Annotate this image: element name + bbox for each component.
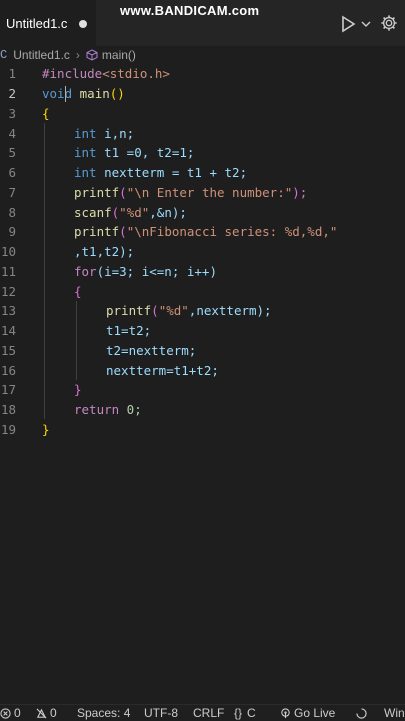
code-text: for(i=3; i<=n; i++) <box>74 263 217 279</box>
line-number: 19 <box>0 421 16 437</box>
problems-errors[interactable]: 0 <box>0 705 21 721</box>
code-text: ,t1,t2); <box>74 244 135 260</box>
line-number: 9 <box>8 224 16 240</box>
status-bar: 0 0 Spaces: 4 UTF-8 CRLF {} C Go Live Wi… <box>0 704 405 721</box>
line-number: 5 <box>8 145 16 161</box>
code-text: #include<stdio.h> <box>42 66 170 82</box>
symbol-method-icon <box>86 49 98 61</box>
code-text: printf("\nFibonacci series: %d,%d," <box>74 224 338 240</box>
win-indicator[interactable]: Win <box>384 705 405 721</box>
language-label: C <box>247 706 256 720</box>
line-number: 4 <box>8 125 16 141</box>
line-number: 8 <box>8 204 16 220</box>
error-icon <box>0 707 11 719</box>
tab-label: Untitled1.c <box>6 16 68 31</box>
code-line: 7 printf("\n Enter the number:"); <box>0 183 405 203</box>
problems-warnings[interactable]: 0 <box>36 705 57 721</box>
line-number: 1 <box>8 66 16 82</box>
chevron-down-icon[interactable] <box>360 18 372 30</box>
code-text: { <box>74 283 82 299</box>
chevron-right-icon: › <box>75 48 80 62</box>
error-count: 0 <box>14 706 21 720</box>
code-editor[interactable]: 1 #include<stdio.h> 2 void main() 3 { 4 … <box>0 64 405 704</box>
line-number: 17 <box>0 382 16 398</box>
line-number: 14 <box>0 323 16 339</box>
code-text: int nextterm = t1 + t2; <box>74 165 248 181</box>
line-number: 2 <box>8 86 16 102</box>
code-line: 19 } <box>0 420 405 440</box>
code-line: 3 { <box>0 104 405 124</box>
code-line: 18 return 0; <box>0 400 405 420</box>
broadcast-icon <box>281 707 290 718</box>
line-number: 18 <box>0 402 16 418</box>
line-number: 13 <box>0 303 16 319</box>
bandicam-watermark: www.BANDICAM.com <box>120 3 260 18</box>
code-text: t2=nextterm; <box>106 342 197 358</box>
line-number: 7 <box>8 184 16 200</box>
code-text: void main() <box>42 86 125 102</box>
code-line: 4 int i,n; <box>0 123 405 143</box>
code-line: 6 int nextterm = t1 + t2; <box>0 163 405 183</box>
text-cursor <box>65 85 66 102</box>
code-line: 16 nextterm=t1+t2; <box>0 360 405 380</box>
code-line: 17 } <box>0 380 405 400</box>
code-text: scanf("%d",&n); <box>74 204 187 220</box>
no-port-icon <box>36 708 47 718</box>
breadcrumb-file[interactable]: Untitled1.c <box>13 48 70 62</box>
encoding-indicator[interactable]: UTF-8 <box>144 705 178 721</box>
c-file-icon: C <box>0 48 8 62</box>
code-text: nextterm=t1+t2; <box>106 362 219 378</box>
line-number: 15 <box>0 342 16 358</box>
code-text: } <box>42 421 50 437</box>
go-live-label: Go Live <box>294 706 336 720</box>
braces-icon: {} <box>234 706 243 720</box>
line-number: 12 <box>0 283 16 299</box>
code-text: printf("\n Enter the number:"); <box>74 184 308 200</box>
line-number: 10 <box>0 244 16 260</box>
code-line: 11 for(i=3; i<=n; i++) <box>0 262 405 282</box>
loading-icon <box>356 707 367 719</box>
code-line: 13 printf("%d",nextterm); <box>0 301 405 321</box>
code-line-active: 2 void main() <box>0 84 405 104</box>
code-text: t1=t2; <box>106 323 152 339</box>
line-number: 6 <box>8 165 16 181</box>
code-line: 10 ,t1,t2); <box>0 242 405 262</box>
code-text: int t1 =0, t2=1; <box>74 145 195 161</box>
code-text: printf("%d",nextterm); <box>106 303 272 319</box>
code-line: 8 scanf("%d",&n); <box>0 202 405 222</box>
spinner-icon <box>356 705 370 721</box>
code-line: 14 t1=t2; <box>0 321 405 341</box>
warning-count: 0 <box>50 706 57 720</box>
tab-untitled1[interactable]: Untitled1.c <box>0 0 96 46</box>
code-line: 15 t2=nextterm; <box>0 341 405 361</box>
breadcrumb-symbol[interactable]: main() <box>102 48 136 62</box>
code-line: 1 #include<stdio.h> <box>0 64 405 84</box>
run-icon[interactable] <box>338 14 358 34</box>
unsaved-dot-icon[interactable] <box>79 19 88 28</box>
code-text: } <box>74 382 82 398</box>
line-number: 3 <box>8 105 16 121</box>
breadcrumb: C Untitled1.c › main() <box>0 46 405 64</box>
code-line: 5 int t1 =0, t2=1; <box>0 143 405 163</box>
code-line: 9 printf("\nFibonacci series: %d,%d," <box>0 222 405 242</box>
eol-indicator[interactable]: CRLF <box>193 705 224 721</box>
line-number: 11 <box>0 263 16 279</box>
code-text: { <box>42 105 50 121</box>
gear-icon[interactable] <box>380 14 398 32</box>
spaces-indicator[interactable]: Spaces: 4 <box>77 705 130 721</box>
line-number: 16 <box>0 362 16 378</box>
code-text: return 0; <box>74 402 142 418</box>
tab-bar: Untitled1.c www.BANDICAM.com <box>0 0 405 46</box>
code-text: int i,n; <box>74 125 135 141</box>
language-mode[interactable]: {} C <box>234 705 256 721</box>
code-line: 12 { <box>0 281 405 301</box>
go-live-button[interactable]: Go Live <box>280 705 335 721</box>
